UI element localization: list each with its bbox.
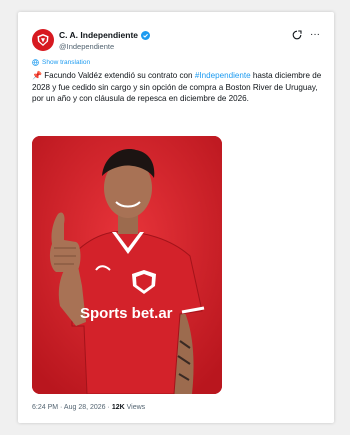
account-handle[interactable]: @Independiente: [59, 42, 114, 51]
tweet-photo[interactable]: Sports bet.ar: [32, 136, 222, 394]
account-avatar[interactable]: [32, 29, 54, 51]
tweet-date[interactable]: Aug 28, 2026: [64, 404, 106, 411]
account-name-row: C. A. Independiente: [59, 30, 151, 40]
top-actions: ···: [292, 30, 320, 40]
player-photo-illustration: Sports bet.ar: [32, 136, 222, 394]
tweet-time[interactable]: 6:24 PM: [32, 404, 58, 411]
tweet-text: 📌 Facundo Valdéz extendió su contrato co…: [32, 70, 322, 105]
tweet-text-part-1: Facundo Valdéz extendió su contrato con: [41, 71, 195, 80]
sponsor-text: Sports bet.ar: [80, 305, 173, 322]
hashtag-link[interactable]: #Independiente: [195, 71, 251, 80]
views-count: 12K: [111, 404, 125, 411]
show-translation-label: Show translation: [42, 59, 91, 66]
more-options-button[interactable]: ···: [310, 30, 320, 40]
show-translation-link[interactable]: Show translation: [32, 59, 90, 66]
views-label: Views: [124, 404, 146, 411]
display-name[interactable]: C. A. Independiente: [59, 30, 138, 40]
verified-badge-icon: [141, 30, 151, 40]
pin-emoji: 📌: [32, 71, 42, 80]
grok-icon[interactable]: [292, 30, 302, 40]
globe-icon: [32, 59, 39, 66]
tweet-card: C. A. Independiente @Independiente ··· S…: [18, 12, 334, 423]
tweet-meta: 6:24 PM · Aug 28, 2026 · 12K Views: [32, 404, 145, 411]
club-crest-icon: [37, 34, 49, 46]
